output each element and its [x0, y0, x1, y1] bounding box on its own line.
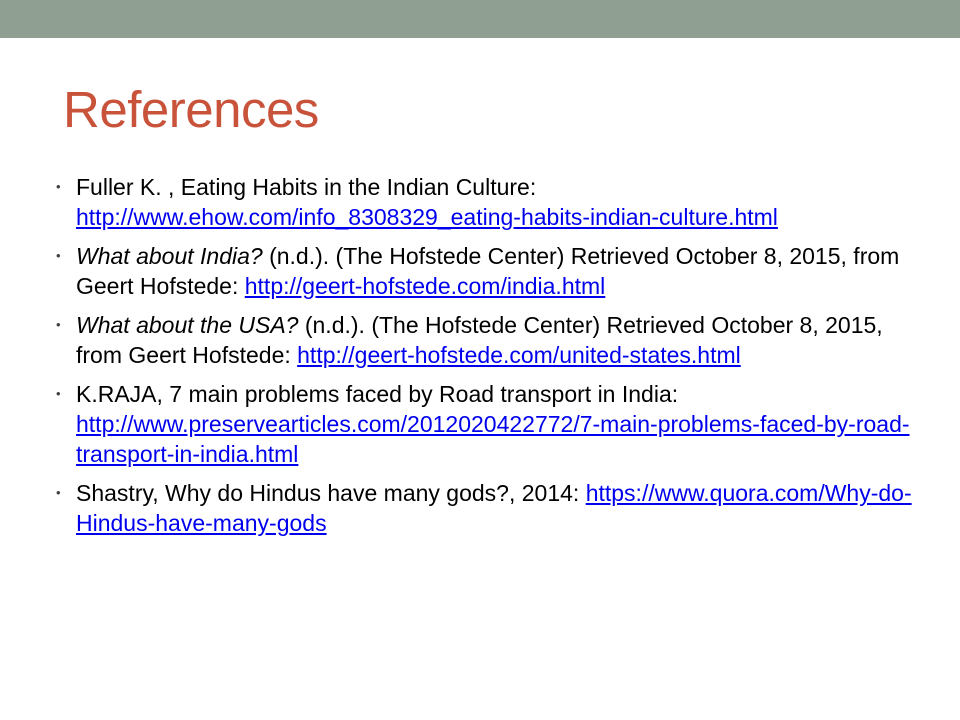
reference-item-3: • What about the USA? (n.d.). (The Hofst… [53, 310, 933, 370]
bullet-icon: • [56, 248, 61, 263]
reference-link-hofstede-usa[interactable]: http://geert-hofstede.com/united-states.… [297, 342, 741, 368]
reference-text: Fuller K. , Eating Habits in the Indian … [76, 174, 537, 200]
reference-item-5: • Shastry, Why do Hindus have many gods?… [53, 478, 933, 538]
slide-title: References [63, 81, 319, 138]
reference-link-preservearticles[interactable]: http://www.preservearticles.com/20120204… [76, 411, 910, 467]
reference-text: K.RAJA, 7 main problems faced by Road tr… [76, 381, 679, 407]
reference-link-ehow[interactable]: http://www.ehow.com/info_8308329_eating-… [76, 204, 778, 230]
reference-title: What about India? [76, 243, 263, 269]
reference-title: What about the USA? [76, 312, 299, 338]
bullet-icon: • [56, 179, 61, 194]
bullet-icon: • [56, 485, 61, 500]
reference-item-2: • What about India? (n.d.). (The Hofsted… [53, 241, 933, 301]
reference-list: • Fuller K. , Eating Habits in the India… [53, 172, 933, 547]
bullet-icon: • [56, 386, 61, 401]
reference-link-hofstede-india[interactable]: http://geert-hofstede.com/india.html [245, 273, 606, 299]
bullet-icon: • [56, 317, 61, 332]
reference-item-4: • K.RAJA, 7 main problems faced by Road … [53, 379, 933, 469]
top-accent-bar [0, 0, 960, 38]
reference-text: Shastry, Why do Hindus have many gods?, … [76, 480, 586, 506]
reference-item-1: • Fuller K. , Eating Habits in the India… [53, 172, 933, 232]
